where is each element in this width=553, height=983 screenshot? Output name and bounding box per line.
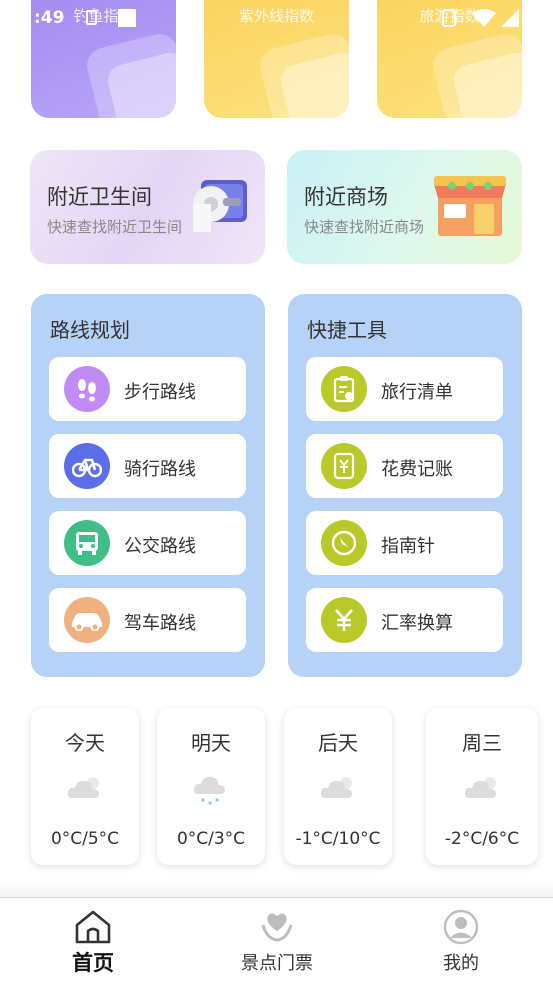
cloudy-icon: [464, 777, 496, 798]
status-bar: :49: [0, 0, 553, 34]
nearby-toilet-card[interactable]: 附近卫生间 快速查找附近卫生间: [30, 150, 265, 264]
expense-ledger-button[interactable]: 花费记账: [306, 434, 503, 498]
cloudy-icon: [67, 777, 99, 798]
snow-icon: [193, 776, 225, 805]
expense-ledger-label: 花费记账: [381, 459, 453, 480]
compass-label: 指南针: [381, 536, 435, 557]
walking-route-button[interactable]: 步行路线: [49, 357, 246, 421]
bus-route-button[interactable]: 公交路线: [49, 511, 246, 575]
weather-day: 后天: [318, 731, 358, 755]
toilet-paper-icon: [193, 180, 247, 232]
nav-tickets[interactable]: 景点门票: [217, 898, 337, 983]
nearby-mall-card[interactable]: 附近商场 快速查找附近商场: [287, 150, 522, 264]
nav-profile-label: 我的: [443, 953, 479, 974]
nav-tickets-label: 景点门票: [241, 953, 313, 974]
nav-home[interactable]: 首页: [33, 898, 153, 983]
sim-icon: [86, 10, 97, 25]
bus-route-label: 公交路线: [124, 536, 196, 557]
weather-card-day-after[interactable]: 后天 -1°C/10°C: [284, 708, 392, 865]
weather-day: 明天: [191, 731, 231, 755]
cycling-route-label: 骑行路线: [124, 459, 196, 480]
driving-route-label: 驾车路线: [124, 613, 196, 634]
profile-icon: [443, 909, 479, 945]
nearby-toilet-subtitle: 快速查找附近卫生间: [47, 218, 183, 236]
nearby-mall-title: 附近商场: [304, 185, 388, 209]
bottom-nav: 首页 景点门票 我的: [0, 897, 553, 983]
travel-checklist-button[interactable]: 旅行清单: [306, 357, 503, 421]
weather-temp: -1°C/10°C: [295, 829, 381, 849]
home-icon: [75, 910, 111, 944]
nearby-toilet-title: 附近卫生间: [47, 185, 152, 209]
ledger-icon: [321, 443, 367, 489]
nav-profile[interactable]: 我的: [401, 898, 521, 983]
weather-temp: 0°C/5°C: [50, 829, 120, 849]
compass-icon: [321, 520, 367, 566]
checklist-icon: [321, 366, 367, 412]
vibrate-icon: [442, 9, 456, 27]
cloudy-icon: [320, 777, 352, 798]
quick-tools-title: 快捷工具: [307, 318, 387, 342]
nav-shadow: [0, 878, 553, 898]
route-planning-panel: 路线规划 步行路线 骑行路线 公交路线 驾车路线: [31, 294, 265, 677]
nearby-mall-subtitle: 快速查找附近商场: [304, 218, 425, 236]
driving-route-button[interactable]: 驾车路线: [49, 588, 246, 652]
signal-icon: [501, 9, 519, 27]
nav-home-label: 首页: [72, 951, 114, 975]
travel-checklist-label: 旅行清单: [381, 382, 453, 403]
shop-icon: [434, 176, 506, 236]
weather-day: 周三: [462, 731, 502, 755]
compass-button[interactable]: 指南针: [306, 511, 503, 575]
notification-icon: [118, 9, 136, 27]
walking-route-label: 步行路线: [124, 382, 196, 403]
quick-tools-panel: 快捷工具 旅行清单 花费记账 指南针 汇率换算: [288, 294, 522, 677]
cycling-route-button[interactable]: 骑行路线: [49, 434, 246, 498]
weather-day: 今天: [65, 731, 105, 755]
status-time: :49: [34, 8, 65, 28]
car-icon: [64, 597, 110, 643]
yuan-icon: [321, 597, 367, 643]
wifi-icon: [472, 9, 496, 27]
exchange-rate-button[interactable]: 汇率换算: [306, 588, 503, 652]
weather-temp: 0°C/3°C: [176, 829, 246, 849]
app-screen: 钓鱼指数 紫外线指数 旅游指数 :49 附近卫生间 快速查找附近卫生间 附近商场…: [0, 0, 553, 983]
weather-temp: -2°C/6°C: [444, 829, 520, 849]
route-planning-title: 路线规划: [50, 318, 130, 342]
exchange-rate-label: 汇率换算: [381, 613, 453, 634]
weather-card-wednesday[interactable]: 周三 -2°C/6°C: [426, 708, 538, 865]
weather-card-tomorrow[interactable]: 明天 0°C/3°C: [157, 708, 265, 865]
footprints-icon: [64, 366, 110, 412]
ticket-heart-icon: [261, 913, 293, 942]
weather-card-today[interactable]: 今天 0°C/5°C: [31, 708, 139, 865]
bus-icon: [64, 520, 110, 566]
bicycle-icon: [64, 443, 110, 489]
